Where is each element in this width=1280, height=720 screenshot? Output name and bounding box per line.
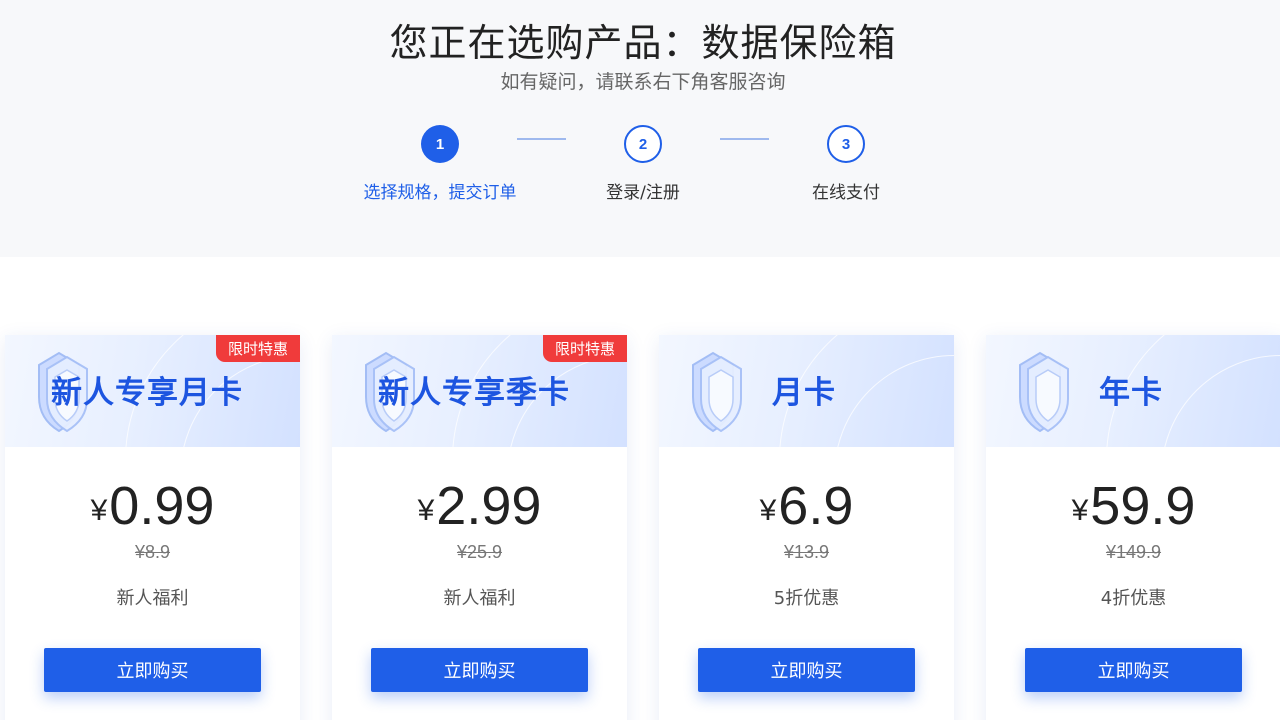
- price-value: 6.9: [778, 476, 854, 536]
- plan-card-header: 月卡: [659, 335, 954, 447]
- step-connector: [517, 138, 566, 140]
- price-value: 0.99: [109, 476, 215, 536]
- currency-symbol: ¥: [417, 494, 435, 527]
- price-value: 59.9: [1090, 476, 1196, 536]
- buy-now-button[interactable]: 立即购买: [1025, 648, 1242, 692]
- price-value: 2.99: [436, 476, 542, 536]
- shield-icon: [1019, 351, 1069, 433]
- step-2-label: 登录/注册: [606, 183, 680, 203]
- plan-card-new-monthly: 新人专享月卡 限时特惠 ¥0.99 ¥8.9 新人福利 立即购买: [5, 335, 300, 720]
- step-2-circle: 2: [624, 125, 662, 163]
- original-price: ¥149.9: [1105, 542, 1162, 562]
- plan-note: 5折优惠: [773, 588, 840, 609]
- plan-price: ¥0.99: [5, 475, 300, 537]
- buy-now-button[interactable]: 立即购买: [698, 648, 915, 692]
- plan-note: 4折优惠: [1100, 588, 1167, 609]
- plan-card-header: 新人专享季卡 限时特惠: [332, 335, 627, 447]
- promo-badge: 限时特惠: [216, 335, 300, 362]
- plan-price: ¥6.9: [659, 475, 954, 537]
- currency-symbol: ¥: [759, 494, 777, 527]
- original-price: ¥25.9: [456, 542, 503, 562]
- original-price: ¥8.9: [134, 542, 171, 562]
- plan-name: 年卡: [1099, 375, 1163, 411]
- plan-card-yearly: 年卡 ¥59.9 ¥149.9 4折优惠 立即购买: [986, 335, 1280, 720]
- step-1-label: 选择规格，提交订单: [363, 183, 517, 203]
- shield-icon: [692, 351, 742, 433]
- page-subtitle: 如有疑问，请联系右下角客服咨询: [500, 71, 786, 93]
- step-3-label: 在线支付: [812, 183, 880, 203]
- step-3-circle: 3: [827, 125, 865, 163]
- page-header: 您正在选购产品：数据保险箱 如有疑问，请联系右下角客服咨询 1 2 3 选择规格…: [0, 0, 1280, 257]
- plan-card-new-quarterly: 新人专享季卡 限时特惠 ¥2.99 ¥25.9 新人福利 立即购买: [332, 335, 627, 720]
- original-price: ¥13.9: [783, 542, 830, 562]
- plan-card-header: 年卡: [986, 335, 1280, 447]
- currency-symbol: ¥: [1071, 494, 1089, 527]
- plan-card-header: 新人专享月卡 限时特惠: [5, 335, 300, 447]
- promo-badge: 限时特惠: [543, 335, 627, 362]
- plan-card-monthly: 月卡 ¥6.9 ¥13.9 5折优惠 立即购买: [659, 335, 954, 720]
- plan-note: 新人福利: [443, 588, 516, 609]
- step-1-circle: 1: [421, 125, 459, 163]
- plan-price: ¥59.9: [986, 475, 1280, 537]
- currency-symbol: ¥: [90, 494, 108, 527]
- buy-now-button[interactable]: 立即购买: [44, 648, 261, 692]
- plan-price: ¥2.99: [332, 475, 627, 537]
- step-connector: [720, 138, 769, 140]
- plan-name: 新人专享季卡: [378, 375, 570, 411]
- page-title: 您正在选购产品：数据保险箱: [389, 21, 897, 65]
- plan-note: 新人福利: [116, 588, 189, 609]
- plan-name: 月卡: [772, 375, 836, 411]
- buy-now-button[interactable]: 立即购买: [371, 648, 588, 692]
- plan-name: 新人专享月卡: [51, 375, 243, 411]
